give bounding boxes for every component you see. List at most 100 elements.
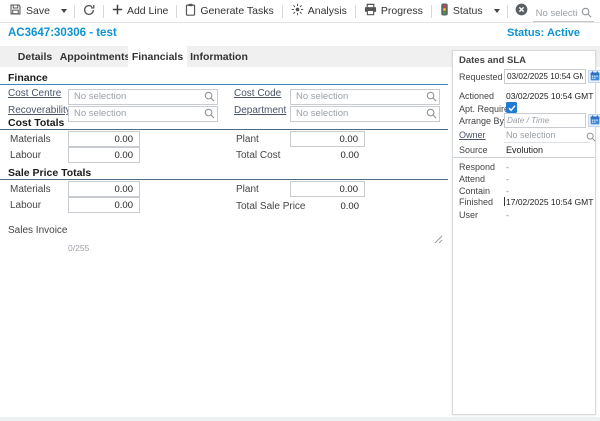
printer-icon [364, 3, 377, 19]
recoverability-type-input[interactable] [68, 106, 218, 122]
cost-totals-section-title: Cost Totals [8, 117, 64, 129]
tab-details[interactable]: Details [8, 46, 62, 67]
sale-labour-label: Labour [10, 200, 41, 211]
cost-centre-link[interactable]: Cost Centre [8, 88, 61, 99]
source-value: Evolution [506, 145, 543, 155]
sale-totals-section-rule [0, 179, 448, 180]
total-sale-price-value: 0.00 [290, 201, 359, 212]
requested-input[interactable] [504, 69, 586, 84]
analysis-label: Analysis [308, 5, 347, 17]
finished-value: 17/02/2025 10:54 GMT [506, 197, 593, 207]
tab-financials[interactable]: Financials [128, 46, 187, 67]
department-input[interactable] [290, 106, 440, 122]
cost-plant-input[interactable] [290, 131, 365, 147]
generate-tasks-label: Generate Tasks [200, 5, 273, 17]
sale-materials-input[interactable] [68, 181, 140, 197]
refresh-icon [82, 3, 96, 20]
cost-materials-label: Materials [10, 134, 51, 145]
save-dropdown-button[interactable] [56, 1, 71, 21]
toolbar-separator [103, 5, 104, 18]
save-button[interactable]: Save [4, 1, 55, 21]
calendar-icon [590, 112, 600, 130]
finished-value-wrap: 17/02/2025 10:54 GMT [504, 197, 593, 207]
plus-icon [112, 4, 123, 18]
sale-materials-label: Materials [10, 184, 51, 195]
toolbar-separator [507, 5, 508, 18]
global-search-field [533, 3, 594, 19]
text-caret [504, 197, 505, 206]
sla-divider [453, 157, 595, 158]
sale-labour-input[interactable] [68, 197, 140, 213]
add-line-label: Add Line [127, 5, 168, 17]
toolbar: Save Add Line Generate Tasks Analysis Pr… [0, 0, 600, 23]
cost-labour-label: Labour [10, 150, 41, 161]
cost-code-link[interactable]: Cost Code [234, 88, 281, 99]
requested-calendar-button[interactable] [588, 70, 600, 83]
sales-invoice-info-textarea[interactable] [68, 217, 450, 247]
search-icon[interactable] [426, 106, 437, 124]
generate-tasks-button[interactable]: Generate Tasks [180, 1, 278, 21]
progress-label: Progress [381, 5, 423, 17]
owner-link[interactable]: Owner [459, 130, 486, 140]
analysis-button[interactable]: Analysis [286, 1, 352, 21]
analysis-rays-icon [291, 3, 304, 19]
respond-label: Respond [459, 162, 495, 172]
status-dropdown-button[interactable] [489, 1, 504, 21]
page-title: AC3647:30306 - test [8, 27, 117, 39]
toolbar-separator [176, 5, 177, 18]
search-icon[interactable] [204, 106, 215, 124]
actioned-label: Actioned [459, 91, 494, 101]
contain-value: - [506, 186, 509, 196]
finance-section-title: Finance [8, 72, 48, 84]
department-link[interactable]: Department [234, 105, 286, 116]
toolbar-separator [431, 5, 432, 18]
progress-button[interactable]: Progress [359, 1, 428, 21]
cost-totals-section-rule [0, 129, 448, 130]
cost-centre-field [68, 86, 218, 102]
resize-handle-icon[interactable] [434, 231, 443, 249]
chevron-down-icon [61, 9, 67, 13]
recoverability-type-field [68, 103, 218, 119]
save-label: Save [26, 5, 50, 17]
refresh-button[interactable] [78, 1, 100, 21]
tab-information[interactable]: Information [187, 46, 251, 67]
owner-value[interactable]: No selection [506, 130, 556, 140]
tab-appointments[interactable]: Appointments [62, 46, 128, 67]
user-label: User [459, 210, 478, 220]
search-icon[interactable] [586, 129, 596, 147]
sla-panel-title: Dates and SLA [459, 55, 526, 66]
cancel-button[interactable] [511, 1, 532, 21]
char-counter: 0/255 [68, 243, 89, 253]
cost-plant-label: Plant [236, 134, 259, 145]
arrange-by-calendar-button[interactable] [588, 114, 600, 127]
arrange-by-input[interactable] [504, 113, 586, 128]
user-value: - [506, 210, 509, 220]
close-circle-icon [515, 3, 528, 19]
calendar-icon [590, 68, 600, 86]
chevron-down-icon [494, 9, 500, 13]
owner-underline [504, 142, 590, 143]
toolbar-separator [74, 5, 75, 18]
cost-labour-input[interactable] [68, 147, 140, 163]
cost-materials-input[interactable] [68, 131, 140, 147]
status-button[interactable]: Status [435, 1, 488, 21]
apt-required-checkbox[interactable] [506, 102, 517, 113]
search-icon[interactable] [581, 5, 592, 23]
status-badge: Status: Active [507, 27, 580, 39]
sale-plant-input[interactable] [290, 181, 365, 197]
attend-value: - [506, 174, 509, 184]
respond-value: - [506, 162, 509, 172]
page-bottom-strip [0, 417, 600, 421]
attend-label: Attend [459, 174, 485, 184]
source-label: Source [459, 145, 488, 155]
add-line-button[interactable]: Add Line [107, 1, 173, 21]
arrange-by-label: Arrange By [459, 116, 504, 126]
department-field [290, 103, 440, 119]
finance-section-rule [0, 84, 448, 85]
requested-label: Requested [459, 72, 503, 82]
total-cost-label: Total Cost [236, 150, 280, 161]
toolbar-separator [355, 5, 356, 18]
status-label: Status [453, 5, 483, 17]
contain-label: Contain [459, 186, 490, 196]
sale-totals-section-title: Sale Price Totals [8, 167, 91, 179]
